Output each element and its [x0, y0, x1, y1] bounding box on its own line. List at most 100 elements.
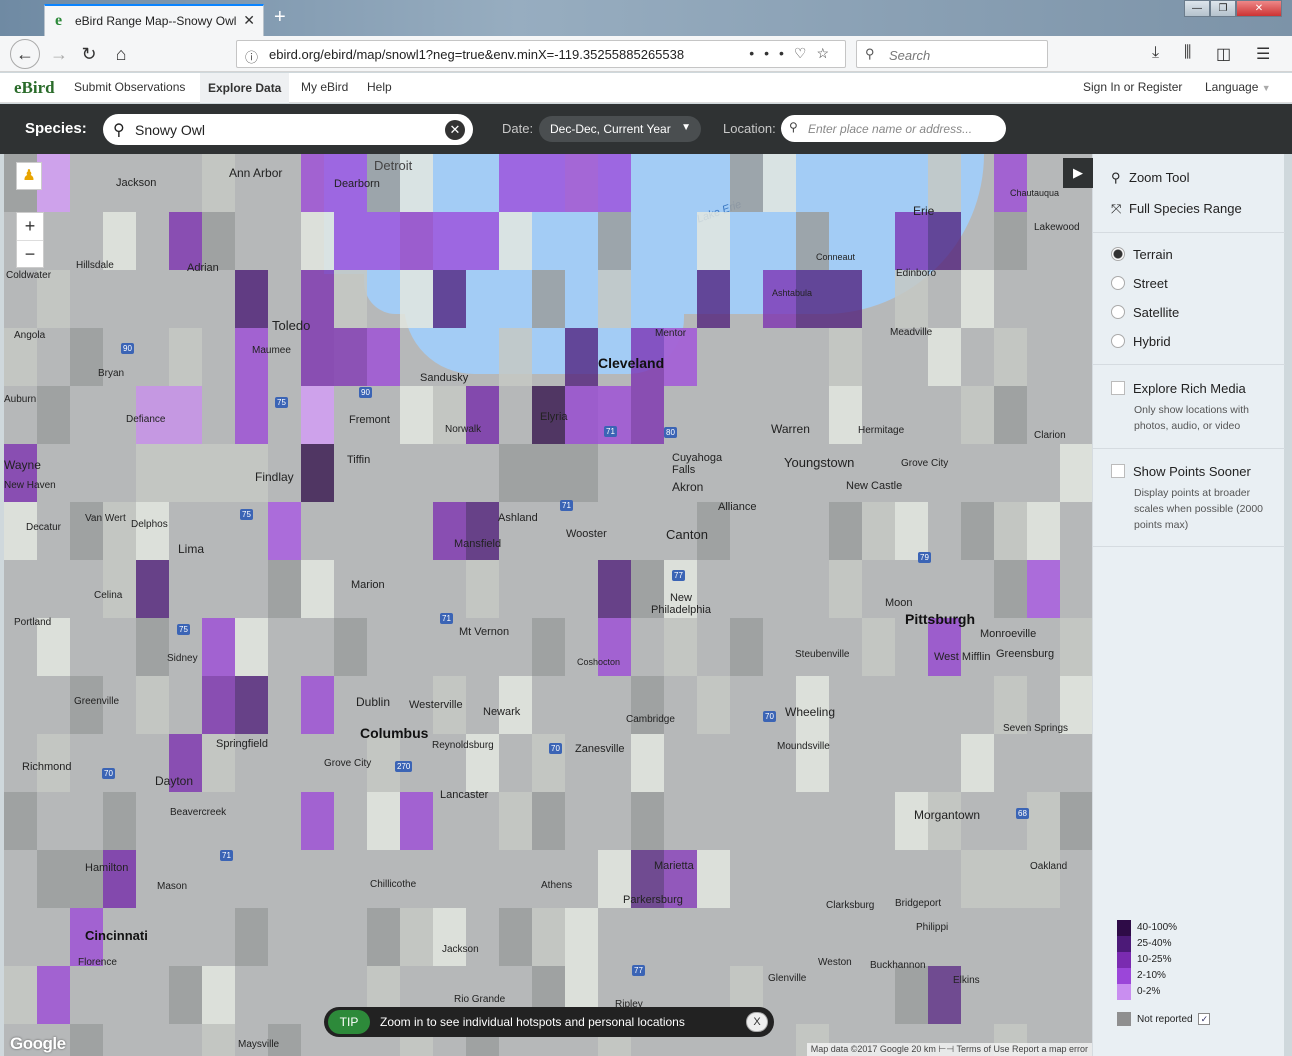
url-text[interactable]: ebird.org/ebird/map/snowl1?neg=true&env.…	[269, 47, 769, 62]
map-tile	[169, 966, 202, 1024]
map-type-street[interactable]: Street	[1111, 276, 1168, 291]
nav-submit-observations[interactable]: Submit Observations	[74, 80, 185, 94]
menu-icon[interactable]: ☰	[1256, 44, 1270, 64]
map-tile	[697, 212, 730, 270]
date-select[interactable]: Dec-Dec, Current Year ▼	[539, 116, 701, 142]
google-logo[interactable]: Google	[10, 1034, 66, 1054]
show-points-sooner-checkbox[interactable]: Show Points Sooner Display points at bro…	[1111, 464, 1279, 533]
home-icon[interactable]: ⌂	[108, 42, 134, 66]
downloads-icon[interactable]: ⤓	[1152, 44, 1159, 62]
zoom-out-button[interactable]: −	[17, 241, 43, 268]
map-tile	[862, 618, 895, 676]
map-tile	[961, 386, 994, 444]
map-tile	[367, 908, 400, 966]
abundance-cell	[334, 328, 367, 386]
zoom-in-button[interactable]: +	[17, 213, 43, 241]
not-reported-checkbox[interactable]: ✓	[1198, 1013, 1211, 1025]
minimize-button[interactable]: —	[1184, 0, 1210, 17]
location-pin-icon: ⚲	[789, 120, 798, 134]
site-info-icon[interactable]: ⓘ	[245, 47, 258, 66]
map-tile	[1060, 792, 1092, 850]
map-tile	[994, 850, 1027, 908]
new-tab-button[interactable]: +	[274, 6, 286, 29]
city-label: Dublin	[356, 695, 391, 709]
map-tile	[136, 676, 169, 734]
map-tile	[598, 270, 631, 328]
search-input[interactable]: ⚲ Search	[856, 40, 1048, 68]
abundance-cell	[697, 270, 730, 328]
url-bar[interactable]: ⓘ ebird.org/ebird/map/snowl1?neg=true&en…	[236, 40, 846, 68]
city-label: Ashtabula	[772, 288, 813, 298]
city-label: Maysville	[238, 1039, 280, 1050]
map-tile	[1060, 618, 1092, 676]
city-label: Grove City	[901, 458, 949, 469]
zoom-tool-button[interactable]: ⚲ Zoom Tool	[1111, 170, 1189, 186]
map-attribution[interactable]: Map data ©2017 Google 20 km ⊢⊣ Terms of …	[806, 1043, 1092, 1056]
reload-icon[interactable]: ↻	[76, 42, 102, 66]
street-view-pegman-icon[interactable]: ♟	[16, 162, 42, 190]
explore-rich-media-checkbox[interactable]: Explore Rich Media Only show locations w…	[1111, 381, 1279, 434]
ebird-logo[interactable]: eBird	[14, 78, 55, 98]
map-tile	[235, 618, 268, 676]
browser-tab[interactable]: e eBird Range Map--Snowy Owl ✕	[44, 4, 264, 36]
nav-explore-data[interactable]: Explore Data	[200, 73, 290, 103]
sign-in-link[interactable]: Sign In or Register	[1083, 80, 1182, 94]
map-toolbar: Species: ⚲ Snowy Owl ✕ Date: Dec-Dec, Cu…	[0, 104, 1292, 154]
maximize-button[interactable]: ❐	[1210, 0, 1236, 17]
city-label: Dayton	[155, 774, 194, 788]
map-type-terrain[interactable]: Terrain	[1111, 247, 1173, 262]
map-tile	[334, 270, 367, 328]
forward-icon[interactable]: →	[46, 42, 72, 66]
map-tile	[202, 1024, 235, 1056]
nav-my-ebird[interactable]: My eBird	[301, 80, 348, 94]
city-label: Sandusky	[420, 372, 469, 384]
map-type-satellite[interactable]: Satellite	[1111, 305, 1179, 320]
city-label: Bridgeport	[895, 898, 942, 909]
map-tile	[664, 618, 697, 676]
legend-row: 25-40%	[1117, 936, 1210, 952]
city-label: Chautauqua	[1010, 188, 1060, 198]
legend-not-reported: Not reported ✓	[1117, 1012, 1211, 1028]
city-label: Mansfield	[454, 538, 502, 550]
map-tile	[433, 908, 466, 966]
city-label: Westerville	[409, 699, 463, 711]
clear-icon[interactable]: ✕	[445, 120, 465, 140]
abundance-cell	[235, 676, 268, 734]
city-label: Marion	[351, 579, 385, 591]
map-type-hybrid[interactable]: Hybrid	[1111, 334, 1171, 349]
tip-close-button[interactable]: X	[746, 1012, 768, 1032]
city-label: Norwalk	[445, 424, 482, 435]
city-label: Canton	[666, 527, 708, 542]
highway-shield-icon: 68	[1016, 808, 1029, 819]
back-icon[interactable]: ←	[10, 39, 40, 69]
city-label: Lakewood	[1034, 222, 1080, 233]
city-label: Erie	[913, 204, 935, 218]
city-label: Dearborn	[334, 178, 380, 190]
close-window-button[interactable]: ✕	[1236, 0, 1282, 17]
city-label: Elyria	[540, 411, 568, 423]
tab-close-icon[interactable]: ✕	[243, 12, 255, 29]
species-value[interactable]: Snowy Owl	[135, 122, 205, 138]
nav-help[interactable]: Help	[367, 80, 392, 94]
map-tile	[70, 850, 103, 908]
map-tile	[301, 212, 334, 270]
species-input[interactable]: ⚲ Snowy Owl ✕	[103, 114, 473, 145]
full-range-button[interactable]: ⤧ Full Species Range	[1111, 201, 1242, 217]
location-input[interactable]: ⚲ Enter place name or address...	[781, 115, 1006, 142]
page-actions-icon[interactable]: •••♡☆	[749, 45, 839, 62]
library-icon[interactable]: ⫼	[1184, 44, 1191, 62]
map-tile	[37, 850, 70, 908]
city-label: Athens	[541, 880, 573, 891]
city-label: Morgantown	[914, 808, 981, 822]
collapse-sidebar-icon[interactable]: ▶	[1063, 158, 1093, 188]
map-tile	[499, 792, 532, 850]
city-label: Lima	[178, 542, 205, 556]
city-label: Van Wert	[85, 513, 126, 524]
highway-shield-icon: 71	[604, 426, 617, 437]
language-menu[interactable]: Language ▼	[1205, 80, 1271, 94]
city-label: Tiffin	[347, 454, 371, 466]
map-tile	[202, 154, 235, 212]
range-map[interactable]: Lake Erie Detroit Ann Arbor Dearborn Jac…	[4, 154, 1092, 1056]
map-tile	[961, 270, 994, 328]
sidebar-icon[interactable]: ◫	[1216, 44, 1231, 64]
